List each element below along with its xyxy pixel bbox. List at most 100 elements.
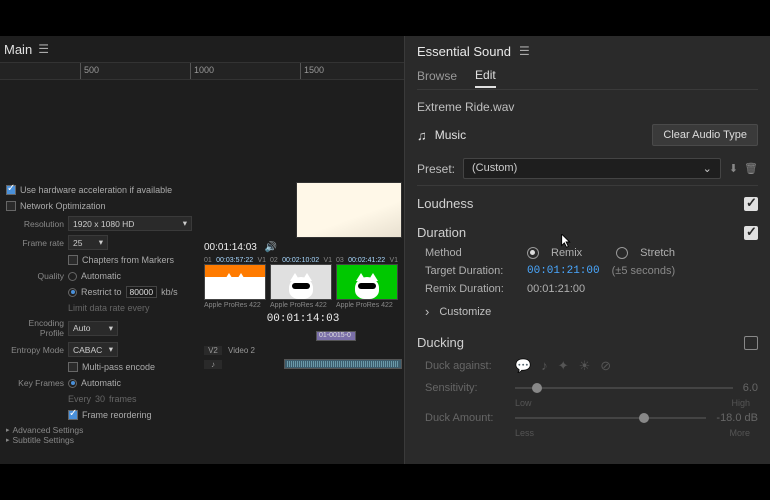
stretch-label: Stretch [640,247,675,259]
export-settings: Use hardware acceleration if available N… [0,180,198,464]
clear-audio-type-button[interactable]: Clear Audio Type [652,124,758,146]
chapters-checkbox[interactable] [68,255,78,265]
resolution-dropdown[interactable]: 1920 x 1080 HD▾ [68,216,192,231]
slider-more-label: More [729,428,750,438]
clip-thumb[interactable]: 03 00:02:41:22 V1 Apple ProRes 422 [336,257,398,309]
music-label: Music [435,128,466,142]
target-duration-label: Target Duration: [425,265,515,277]
thumb-tc: 00:03:57:22 [216,257,253,264]
audio-type-tag: ♫ Music [417,128,466,143]
main-header: Main ☰ [0,36,404,62]
slider-low-label: Low [515,398,532,408]
remix-duration-label: Remix Duration: [425,283,515,295]
duck-amount-slider[interactable] [515,417,706,419]
thumb-seq: 01 [204,257,212,264]
duration-tolerance: (±5 seconds) [612,265,676,277]
essential-sound-panel: Essential Sound ☰ Browse Edit Extreme Ri… [405,36,770,464]
entropy-dropdown[interactable]: CABAC▾ [68,342,118,357]
thumb-tc: 00:02:41:22 [348,257,385,264]
ruler-tick: 1500 [304,65,324,75]
duck-sfx-icon[interactable]: ✦ [558,358,569,374]
net-opt-label: Network Optimization [20,201,106,211]
workspace-title: Main [4,42,32,57]
datarate-limit-label: Limit data rate every [68,303,150,313]
ruler-tick: 1000 [194,65,214,75]
duck-dialogue-icon[interactable]: 💬 [515,358,531,374]
sensitivity-value: 6.0 [743,382,758,394]
track-label[interactable]: V2 [204,346,222,355]
thumb-codec: Apple ProRes 422 [204,302,266,309]
multipass-checkbox[interactable] [68,362,78,372]
resolution-label: Resolution [6,219,64,229]
subtitle-settings-disclosure[interactable]: Subtitle Settings [6,435,192,445]
duck-against-label: Duck against: [425,360,505,372]
speaker-icon[interactable]: 🔊 [265,242,277,253]
clip-thumb[interactable]: 0100:03:57:22V1 Apple ProRes 422 [204,257,266,309]
delete-preset-icon[interactable]: 🗑 [744,162,758,175]
audio-clip[interactable] [284,359,402,369]
duck-unassigned-icon[interactable]: ⊘ [600,358,611,374]
timeline-ruler[interactable]: 500 1000 1500 [0,62,404,80]
thumb-codec: Apple ProRes 422 [336,302,398,309]
thumb-seq: 02 [270,257,278,264]
method-label: Method [425,247,515,259]
bitrate-input[interactable]: 80000 [126,286,158,298]
quality-label: Quality [6,271,64,281]
remix-radio[interactable] [527,247,539,259]
entropy-label: Entropy Mode [6,345,64,355]
clip-thumb[interactable]: 02 00:02:10:02 V1 Apple ProRes 422 [270,257,332,309]
net-opt-checkbox[interactable] [6,201,16,211]
thumb-tc: 00:02:10:02 [282,257,319,264]
thumb-seq: 03 [336,257,344,264]
chevron-down-icon: ⌄ [703,162,712,175]
loudness-section[interactable]: Loudness [417,186,758,215]
quality-restrict-radio[interactable] [68,288,77,297]
thumb-codec: Apple ProRes 422 [270,302,332,309]
hw-accel-checkbox[interactable] [6,185,16,195]
timeline-clip[interactable]: 01-0015-0 [316,331,356,341]
duration-checkbox[interactable] [744,226,758,240]
save-preset-icon[interactable]: ⬇ [729,162,738,175]
target-duration-value[interactable]: 00:01:21:00 [527,265,600,277]
keyframes-label: Key Frames [6,378,64,388]
ducking-checkbox[interactable] [744,336,758,350]
stretch-radio[interactable] [616,247,628,259]
multipass-label: Multi-pass encode [82,362,155,372]
ducking-section[interactable]: Ducking [417,325,758,354]
duck-ambience-icon[interactable]: ☀ [579,358,591,374]
preview-monitor [296,182,402,238]
quality-auto-radio[interactable] [68,272,77,281]
keyframes-val: 30 [95,394,105,404]
duck-amount-value: -18.0 dB [716,412,758,424]
mini-timeline: 00:01:14:03 01-0015-0 V2Video 2 ♪ [204,313,402,371]
framerate-dropdown[interactable]: 25▾ [68,235,108,250]
loudness-checkbox[interactable] [744,197,758,211]
panel-menu-icon[interactable]: ☰ [519,44,530,58]
encprofile-dropdown[interactable]: Auto▾ [68,321,118,336]
keyframes-auto-radio[interactable] [68,379,77,388]
advanced-settings-disclosure[interactable]: Advanced Settings [6,425,192,435]
tab-edit[interactable]: Edit [475,68,496,88]
keyframes-auto-label: Automatic [81,378,121,388]
thumb-track: V1 [389,257,398,264]
sensitivity-slider[interactable] [515,387,733,389]
quality-restrict-label: Restrict to [81,287,122,297]
slider-less-label: Less [515,428,534,438]
duration-title: Duration [417,225,466,240]
reorder-checkbox[interactable] [68,410,78,420]
preset-dropdown[interactable]: (Custom)⌄ [463,158,721,179]
duration-section[interactable]: Duration [417,215,758,244]
bitrate-unit: kb/s [161,287,178,297]
duck-music-icon[interactable]: ♪ [541,358,548,374]
track-name: Video 2 [228,346,278,355]
thumb-track: V1 [323,257,332,264]
tab-browse[interactable]: Browse [417,69,457,87]
framerate-label: Frame rate [6,238,64,248]
customize-disclosure[interactable]: Customize [417,298,758,325]
music-note-icon: ♫ [417,128,427,143]
menu-icon[interactable]: ☰ [38,42,49,56]
panel-tabs: Browse Edit [417,66,758,90]
audio-track-icon[interactable]: ♪ [204,360,222,369]
preview-timecode: 00:01:14:03 [204,242,257,253]
panel-title: Essential Sound [417,44,511,59]
